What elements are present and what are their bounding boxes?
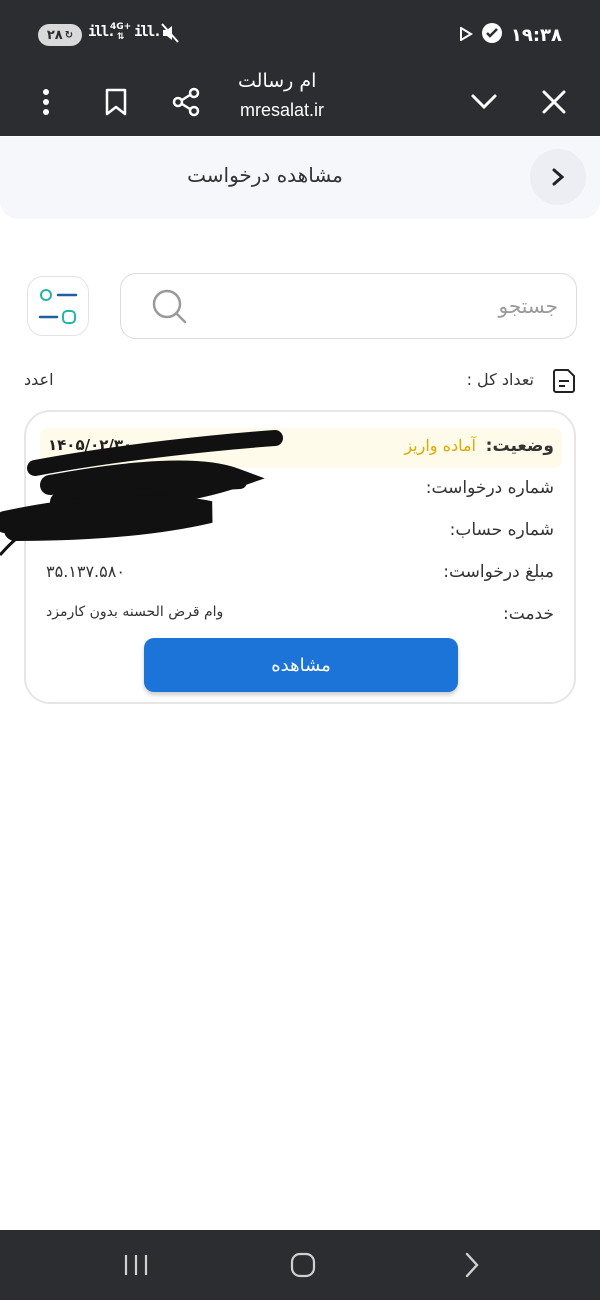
home-icon[interactable]	[273, 1244, 333, 1286]
shield-check-icon	[481, 22, 503, 49]
share-icon[interactable]	[162, 78, 210, 126]
bookmark-icon[interactable]	[92, 78, 140, 126]
signal-icon-2: ill.	[134, 24, 162, 40]
service-label: خدمت:	[503, 604, 554, 624]
amount-row: مبلغ درخواست: ۳۵.۱۳۷.۵۸۰	[26, 558, 574, 588]
close-icon[interactable]	[530, 78, 578, 126]
site-url: mresalat.ir	[240, 100, 325, 120]
service-value: وام قرض الحسنه بدون کارمزد	[46, 604, 224, 620]
page-header: مشاهده درخواست	[0, 137, 600, 219]
network-type-label: 4G+	[110, 22, 132, 32]
status-label: وضعیت:	[485, 436, 554, 456]
status-bar: ۲۸ ↻ ill. 4G+ ⇅ ill. ۱۹:۳۸	[0, 0, 600, 68]
more-menu-icon[interactable]	[22, 78, 70, 126]
redaction-scribble	[0, 430, 283, 556]
chevron-right-icon	[552, 168, 565, 186]
chevron-down-icon[interactable]	[460, 78, 508, 126]
system-nav-bar	[0, 1230, 600, 1300]
amount-value: ۳۵.۱۳۷.۵۸۰	[46, 562, 125, 581]
play-store-icon	[459, 25, 473, 46]
result-count: تعداد کل : اعدد	[0, 366, 600, 396]
request-number-label: شماره درخواست:	[425, 478, 554, 498]
clock: ۱۹:۳۸	[510, 25, 562, 46]
page-title: مشاهده درخواست	[187, 163, 343, 187]
battery-indicator: ۲۸ ↻	[38, 24, 82, 46]
count-unit: اعدد	[24, 370, 54, 389]
status-badge: آماده واریز	[404, 436, 476, 455]
service-row: خدمت: وام قرض الحسنه بدون کارمزد	[26, 600, 574, 630]
battery-charging-icon: ↻	[64, 29, 74, 41]
mute-icon	[160, 22, 180, 48]
site-title: ام رسالت	[238, 70, 317, 92]
search-box[interactable]	[120, 273, 577, 339]
battery-level: ۲۸	[46, 27, 63, 43]
network-type-icon: 4G+ ⇅	[110, 22, 132, 42]
search-icon[interactable]	[151, 288, 189, 326]
filter-icon	[38, 289, 78, 324]
amount-label: مبلغ درخواست:	[443, 562, 554, 582]
recent-apps-icon[interactable]	[106, 1244, 166, 1286]
back-button[interactable]	[530, 149, 586, 205]
search-input[interactable]	[218, 286, 558, 326]
document-list-icon	[552, 368, 576, 398]
back-nav-icon[interactable]	[442, 1244, 502, 1286]
count-label: تعداد کل :	[466, 370, 534, 389]
browser-toolbar: ام رسالت mresalat.ir	[0, 68, 600, 136]
account-number-label: شماره حساب:	[449, 520, 554, 540]
view-button[interactable]: مشاهده	[144, 638, 458, 692]
filter-button[interactable]	[27, 276, 89, 336]
